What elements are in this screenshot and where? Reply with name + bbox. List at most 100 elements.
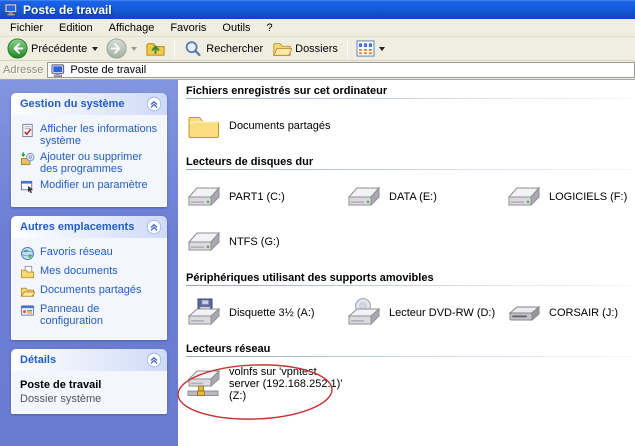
menu-item-affichage[interactable]: Affichage (101, 21, 163, 35)
views-button[interactable] (353, 39, 388, 58)
address-input[interactable]: Poste de travail (47, 62, 635, 78)
drive-label: LOGICIELS (F:) (549, 191, 628, 203)
up-folder-icon (146, 43, 165, 56)
search-label: Rechercher (206, 42, 264, 55)
network-drive-tile[interactable]: volnfs sur 'vpntest server (192.168.252.… (186, 364, 346, 404)
section-divider (186, 169, 631, 170)
menu-item-fichier[interactable]: Fichier (2, 21, 51, 35)
sidebar-link[interactable]: Documents partagés (20, 284, 162, 299)
back-button[interactable]: Précédente (4, 37, 101, 60)
section-header: Périphériques utilisant des supports amo… (186, 272, 434, 284)
chevron-up-double-icon[interactable] (146, 219, 162, 235)
toolbar-separator (174, 39, 176, 58)
content-sections: Fichiers enregistrés sur cet ordinateur D… (178, 80, 635, 446)
back-label: Précédente (31, 42, 88, 55)
chevron-up-double-icon[interactable] (146, 352, 162, 368)
sidebar-link[interactable]: Favoris réseau (20, 246, 162, 261)
drive-label: Disquette 3½ (A:) (229, 307, 315, 319)
hard-drive-icon (186, 181, 222, 213)
sidebar-link-label: Mes documents (40, 265, 118, 277)
my-computer-icon (4, 2, 19, 17)
panel-header[interactable]: Gestion du système (11, 93, 167, 115)
sidebar-link-label: Documents partagés (40, 284, 142, 296)
hard-drive-tile[interactable]: LOGICIELS (F:) (506, 177, 635, 217)
forward-button[interactable] (103, 37, 140, 60)
menu-item-favoris[interactable]: Favoris (162, 21, 214, 35)
panel-details: Détails Poste de travail Dossier système (11, 349, 167, 414)
add-remove-programs-icon (20, 151, 35, 166)
removable-drive-icon (506, 297, 542, 329)
panel-system-tasks: Gestion du système Afficher les informat… (11, 93, 167, 207)
title-bar[interactable]: Poste de travail (0, 0, 635, 19)
sidebar-link-label: Panneau de configuration (40, 303, 103, 327)
drive-label: PART1 (C:) (229, 191, 285, 203)
hard-drive-tile[interactable]: DATA (E:) (346, 177, 506, 217)
dvd-drive-tile[interactable]: Lecteur DVD-RW (D:) (346, 293, 506, 333)
sidebar-link-label: Modifier un paramètre (40, 179, 148, 191)
menu-item-outils[interactable]: Outils (214, 21, 258, 35)
panel-title: Détails (20, 354, 57, 366)
search-button[interactable]: Rechercher (180, 38, 267, 60)
folders-label: Dossiers (295, 42, 338, 55)
folder-tile[interactable]: Documents partagés (186, 106, 346, 146)
views-icon (356, 40, 375, 57)
section-divider (186, 356, 631, 357)
floppy-drive-icon (186, 297, 222, 329)
panel-header[interactable]: Détails (11, 349, 167, 371)
menu-bar: Fichier Edition Affichage Favoris Outils? (0, 19, 635, 37)
hard-drive-tile[interactable]: PART1 (C:) (186, 177, 346, 217)
back-dropdown-icon[interactable] (92, 46, 99, 51)
address-value: Poste de travail (70, 64, 147, 76)
menu-item-[interactable]: ? (259, 21, 281, 35)
toolbar-separator (346, 39, 348, 58)
shared-documents-icon (20, 284, 35, 299)
section-header: Lecteurs réseau (186, 343, 271, 355)
floppy-drive-tile[interactable]: Disquette 3½ (A:) (186, 293, 346, 333)
chevron-up-double-icon[interactable] (146, 96, 162, 112)
views-dropdown-icon[interactable] (378, 46, 385, 51)
back-icon (7, 38, 28, 59)
drive-label: Lecteur DVD-RW (D:) (389, 307, 496, 319)
hard-drive-tile[interactable]: NTFS (G:) (186, 222, 346, 262)
section-divider (186, 285, 631, 286)
folders-icon (273, 42, 293, 56)
sidebar-link[interactable]: Mes documents (20, 265, 162, 280)
sidebar-link[interactable]: Afficher les informations système (20, 123, 162, 147)
toolbar: Précédente Rechercher Dossiers (0, 37, 635, 61)
address-bar: Adresse Poste de travail (0, 61, 635, 80)
hard-drive-icon (346, 181, 382, 213)
drive-label: Documents partagés (229, 120, 331, 132)
task-pane-sidebar: Gestion du système Afficher les informat… (0, 80, 178, 446)
drive-label: volnfs sur 'vpntest server (192.168.252.… (229, 366, 343, 402)
explorer-window: Poste de travail Fichier Edition Affichage… (0, 0, 635, 446)
network-places-icon (20, 246, 35, 261)
window-title: Poste de travail (23, 2, 112, 17)
removable-drive-tile[interactable]: CORSAIR (J:) (506, 293, 635, 333)
menu-item-edition[interactable]: Edition (51, 21, 101, 35)
section-header: Lecteurs de disques dur (186, 156, 314, 168)
panel-body: Poste de travail Dossier système (11, 371, 167, 414)
my-computer-icon (51, 63, 66, 78)
change-setting-icon (20, 179, 35, 194)
sidebar-link-label: Ajouter ou supprimer des programmes (40, 151, 143, 175)
details-item-name: Poste de travail (20, 379, 102, 391)
panel-body: Favoris réseau Mes documents Documents par… (11, 238, 167, 340)
sidebar-link[interactable]: Ajouter ou supprimer des programmes (20, 151, 162, 175)
forward-dropdown-icon (131, 46, 138, 51)
panel-header[interactable]: Autres emplacements (11, 216, 167, 238)
sidebar-link[interactable]: Panneau de configuration (20, 303, 162, 327)
section-header: Fichiers enregistrés sur cet ordinateur (186, 85, 388, 97)
search-icon (185, 40, 201, 56)
folders-button[interactable]: Dossiers (269, 38, 342, 60)
sidebar-link-label: Afficher les informations système (40, 123, 158, 147)
panel-title: Autres emplacements (20, 221, 135, 233)
network-drive-icon (186, 368, 222, 400)
sidebar-link[interactable]: Modifier un paramètre (20, 179, 162, 194)
up-button[interactable] (142, 37, 169, 60)
hard-drive-icon (186, 226, 222, 258)
dvd-drive-icon (346, 297, 382, 329)
folder-icon (186, 110, 222, 142)
hard-drive-icon (506, 181, 542, 213)
address-label: Adresse (3, 64, 44, 76)
details-item-type: Dossier système (20, 393, 102, 405)
